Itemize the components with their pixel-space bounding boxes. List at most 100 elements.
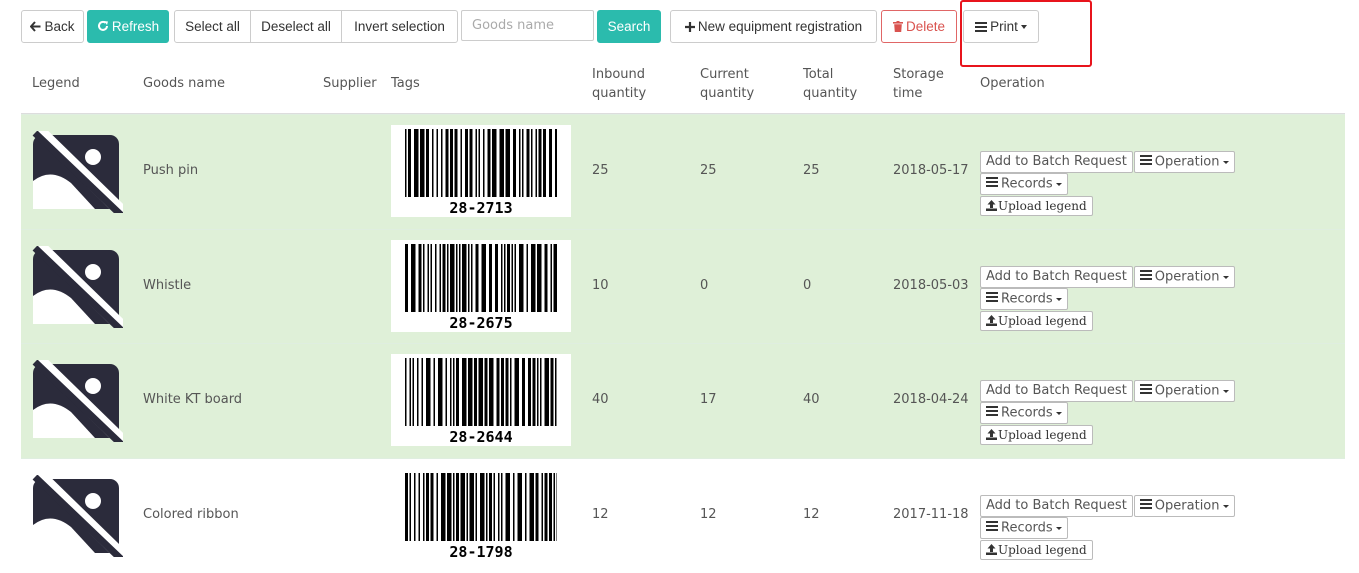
inbound-quantity: 12 (592, 507, 609, 522)
barcode-tag: 28-2713 (391, 125, 571, 217)
upload-legend-label: Upload legend (998, 199, 1087, 213)
add-to-batch-request-button[interactable]: Add to Batch Request (980, 151, 1133, 173)
caret-down-icon (1055, 526, 1062, 530)
list-icon (986, 174, 998, 194)
add-to-batch-request-button[interactable]: Add to Batch Request (980, 495, 1133, 517)
image-placeholder-icon (31, 355, 128, 447)
goods-name: Colored ribbon (143, 507, 239, 522)
goods-name: White KT board (143, 392, 243, 407)
list-icon (975, 12, 988, 42)
barcode-tag: 28-2644 (391, 354, 571, 446)
operation-label: Operation (1154, 269, 1220, 285)
caret-down-icon (1020, 25, 1027, 30)
header-inbound-line1: Inbound (592, 67, 646, 82)
goods-name: Push pin (143, 163, 199, 178)
refresh-icon (97, 12, 109, 42)
upload-icon (986, 313, 997, 331)
total-quantity: 0 (803, 278, 812, 293)
delete-label: Delete (905, 19, 946, 34)
barcode-number: 28-2644 (449, 428, 512, 446)
current-quantity: 0 (700, 278, 709, 293)
search-button[interactable]: Search (597, 10, 661, 43)
plus-icon (684, 12, 695, 42)
records-dropdown-button[interactable]: Records (980, 517, 1068, 539)
records-label: Records (1001, 520, 1053, 536)
print-dropdown-button[interactable]: Print (963, 10, 1039, 43)
add-to-batch-request-button[interactable]: Add to Batch Request (980, 380, 1133, 402)
upload-legend-button[interactable]: Upload legend (980, 425, 1093, 445)
table-row: Push pin 28-2713 25 25 25 2018-05-17 Add… (21, 114, 1345, 229)
upload-legend-label: Upload legend (998, 428, 1087, 442)
barcode-number: 28-1798 (449, 543, 512, 561)
records-dropdown-button[interactable]: Records (980, 288, 1068, 310)
header-tags: Tags (391, 76, 420, 91)
list-icon (986, 403, 998, 423)
back-button[interactable]: Back (21, 10, 84, 43)
list-icon (986, 289, 998, 309)
operation-dropdown-button[interactable]: Operation (1133, 495, 1235, 517)
operation-label: Operation (1154, 498, 1220, 514)
operation-dropdown-button[interactable]: Operation (1133, 266, 1235, 288)
refresh-label: Refresh (111, 19, 160, 34)
operation-label: Operation (1154, 154, 1220, 170)
caret-down-icon (1055, 411, 1062, 415)
arrow-left-icon (30, 12, 41, 42)
new-equipment-registration-button[interactable]: New equipment registration (670, 10, 877, 43)
table-header: Legend Goods name Supplier Tags Inbound … (21, 62, 1345, 114)
records-dropdown-button[interactable]: Records (980, 173, 1068, 195)
header-current-line2: quantity (700, 86, 755, 101)
table-row: Whistle 28-2675 10 0 0 2018-05-03 Add to… (21, 229, 1345, 344)
row-operations: Add to Batch Request Operation Records Upl… (980, 380, 1320, 445)
header-storage-line2: time (893, 86, 923, 101)
deselect-all-button[interactable]: Deselect all (250, 10, 342, 43)
invert-selection-button[interactable]: Invert selection (341, 10, 458, 43)
delete-button[interactable]: Delete (881, 10, 957, 43)
header-current-line1: Current (700, 67, 749, 82)
header-inbound-quantity: Inbound quantity (592, 65, 646, 103)
current-quantity: 25 (700, 163, 717, 178)
select-all-button[interactable]: Select all (174, 10, 251, 43)
row-operations: Add to Batch Request Operation Records Upl… (980, 151, 1320, 216)
operation-dropdown-button[interactable]: Operation (1133, 151, 1235, 173)
new-registration-label: New equipment registration (697, 19, 863, 34)
current-quantity: 17 (700, 392, 717, 407)
print-label: Print (990, 19, 1018, 34)
upload-legend-button[interactable]: Upload legend (980, 311, 1093, 331)
storage-time: 2017-11-18 (893, 507, 969, 522)
inbound-quantity: 40 (592, 392, 609, 407)
header-storage-line1: Storage (893, 67, 944, 82)
operation-dropdown-button[interactable]: Operation (1133, 380, 1235, 402)
operation-label: Operation (1154, 383, 1220, 399)
image-placeholder-icon (31, 470, 128, 562)
header-total-line1: Total (803, 67, 834, 82)
goods-name-search-input[interactable] (461, 10, 594, 41)
records-dropdown-button[interactable]: Records (980, 402, 1068, 424)
row-operations: Add to Batch Request Operation Records Upl… (980, 266, 1320, 331)
add-to-batch-request-button[interactable]: Add to Batch Request (980, 266, 1133, 288)
image-placeholder-icon (31, 126, 128, 218)
refresh-button[interactable]: Refresh (87, 10, 169, 43)
records-label: Records (1001, 405, 1053, 421)
caret-down-icon (1055, 182, 1062, 186)
list-icon (1139, 152, 1152, 172)
records-label: Records (1001, 291, 1053, 307)
caret-down-icon (1222, 504, 1229, 508)
list-icon (986, 518, 998, 538)
upload-legend-button[interactable]: Upload legend (980, 540, 1093, 560)
row-operations: Add to Batch Request Operation Records Upl… (980, 495, 1320, 560)
toolbar: Back Refresh Select all Deselect all Inv… (0, 0, 1359, 67)
caret-down-icon (1222, 389, 1229, 393)
records-label: Records (1001, 176, 1053, 192)
upload-legend-button[interactable]: Upload legend (980, 196, 1093, 216)
storage-time: 2018-05-17 (893, 163, 969, 178)
header-total-quantity: Total quantity (803, 65, 857, 103)
goods-name: Whistle (143, 278, 192, 293)
upload-legend-label: Upload legend (998, 543, 1087, 557)
inbound-quantity: 25 (592, 163, 609, 178)
table-row: Colored ribbon 28-1798 12 12 12 2017-11-… (21, 458, 1345, 573)
current-quantity: 12 (700, 507, 717, 522)
header-operation: Operation (980, 76, 1045, 91)
table-row: White KT board 28-2644 40 17 40 2018-04-… (21, 343, 1345, 458)
list-icon (1139, 496, 1152, 516)
storage-time: 2018-05-03 (893, 278, 969, 293)
